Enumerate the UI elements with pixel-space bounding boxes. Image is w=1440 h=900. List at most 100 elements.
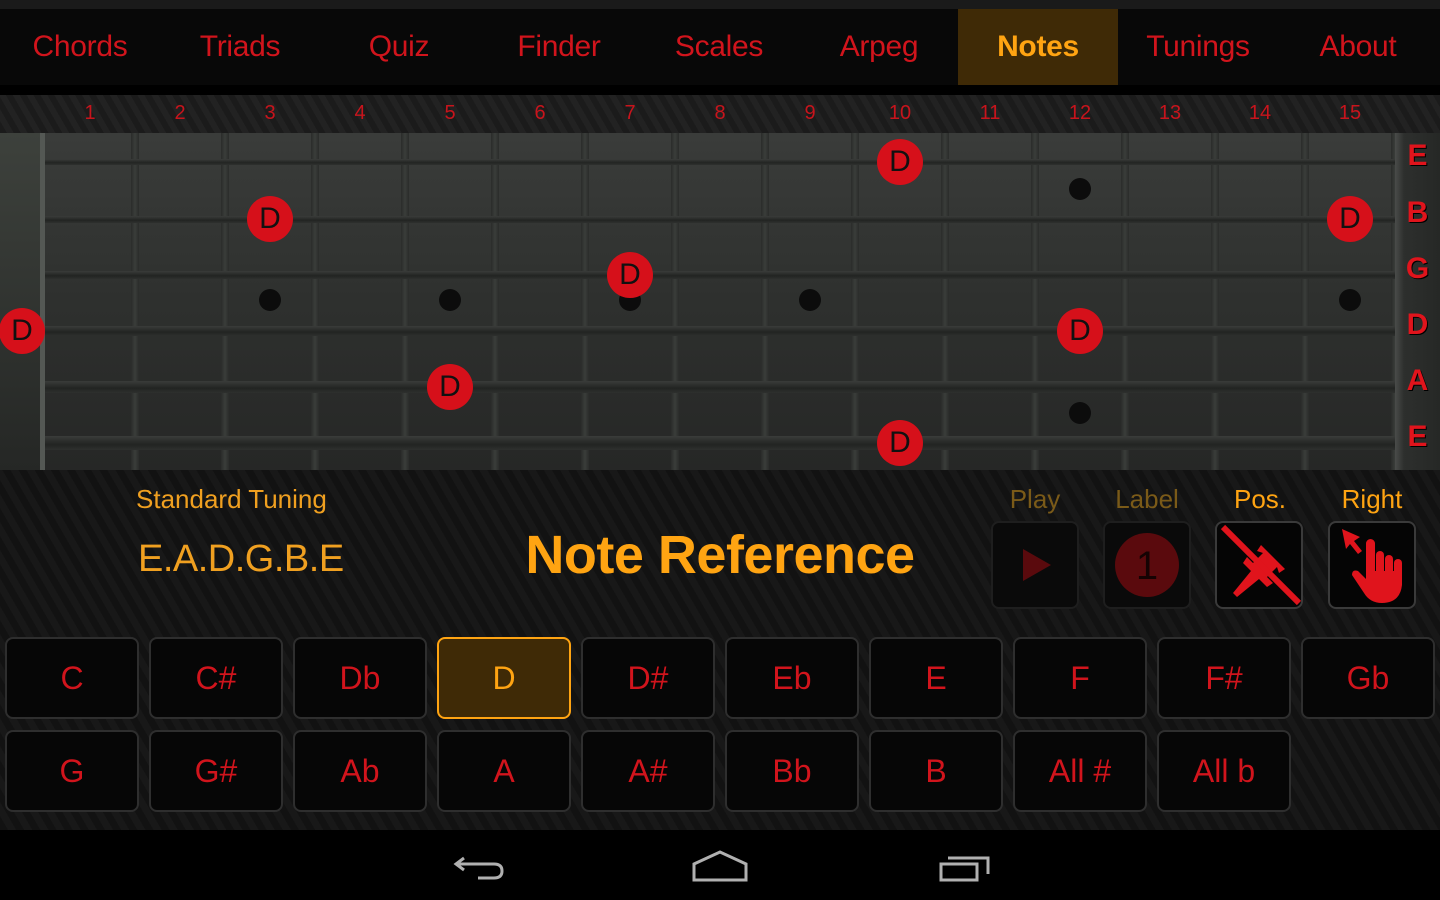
tab-finder[interactable]: Finder (479, 9, 639, 85)
note-marker[interactable]: D (607, 252, 653, 298)
fret-wire (491, 133, 499, 470)
recent-apps-icon (939, 856, 990, 882)
fret-number: 15 (1338, 102, 1362, 124)
fret-number: 6 (534, 102, 546, 124)
play-button[interactable] (991, 521, 1079, 609)
note-button-b[interactable]: B (869, 730, 1003, 812)
fret-wire (131, 133, 139, 470)
string-name-label: E (1407, 139, 1428, 172)
fret-number: 2 (174, 102, 186, 124)
guitar-string (45, 271, 1395, 279)
string-names: EBGDAE (1395, 133, 1440, 470)
position-label: Pos. (1233, 484, 1287, 514)
home-button[interactable] (680, 844, 760, 888)
note-button-db[interactable]: Db (293, 637, 427, 719)
label-label: Label (1115, 484, 1179, 514)
back-icon (453, 856, 504, 880)
tab-about[interactable]: About (1278, 9, 1438, 85)
note-button-csharp[interactable]: C# (149, 637, 283, 719)
guitar-string (45, 326, 1395, 336)
fret-wire (1121, 133, 1129, 470)
label-button[interactable]: 1 (1103, 521, 1191, 609)
fret-wire (581, 133, 589, 470)
note-button-fsharp[interactable]: F# (1157, 637, 1291, 719)
tuning-name[interactable]: Standard Tuning (136, 484, 327, 515)
note-button-e[interactable]: E (869, 637, 1003, 719)
position-button[interactable] (1215, 521, 1303, 609)
fret-inlay (439, 289, 461, 311)
fret-wire (1301, 133, 1309, 470)
pin-off-icon (1220, 524, 1301, 606)
fret-number: 12 (1068, 102, 1092, 124)
note-button-d[interactable]: D (437, 637, 571, 719)
guitar-string (45, 436, 1395, 450)
fret-number: 4 (354, 102, 366, 124)
note-button-all-b[interactable]: All b (1157, 730, 1291, 812)
note-marker[interactable]: D (877, 420, 923, 466)
fret-wire (761, 133, 769, 470)
hand-label: Right (1341, 484, 1403, 514)
hand-pointer-icon (1342, 529, 1402, 603)
fret-number: 3 (264, 102, 276, 124)
note-button-f[interactable]: F (1013, 637, 1147, 719)
note-button-g[interactable]: G (5, 730, 139, 812)
fret-wire (1031, 133, 1039, 470)
recent-apps-button[interactable] (924, 844, 1004, 888)
note-marker[interactable]: D (427, 364, 473, 410)
tab-tunings[interactable]: Tunings (1118, 9, 1278, 85)
tab-arpeg[interactable]: Arpeg (799, 9, 959, 85)
note-button-all-sharp[interactable]: All # (1013, 730, 1147, 812)
string-name-label: E (1407, 420, 1428, 453)
note-button-bb[interactable]: Bb (725, 730, 859, 812)
tab-chords[interactable]: Chords (0, 9, 160, 85)
fret-inlay (1339, 289, 1361, 311)
guitar-string (45, 159, 1395, 165)
tab-scales[interactable]: Scales (639, 9, 799, 85)
fret-number: 13 (1158, 102, 1182, 124)
fret-wire (851, 133, 859, 470)
note-marker[interactable]: D (0, 308, 45, 354)
note-marker[interactable]: D (247, 196, 293, 242)
fret-inlay (1069, 178, 1091, 200)
fret-number: 9 (804, 102, 816, 124)
note-button-gb[interactable]: Gb (1301, 637, 1435, 719)
note-button-a[interactable]: A (437, 730, 571, 812)
fret-number: 5 (444, 102, 456, 124)
note-marker[interactable]: D (877, 139, 923, 185)
fret-inlay (799, 289, 821, 311)
string-name-label: D (1406, 308, 1429, 341)
note-button-ab[interactable]: Ab (293, 730, 427, 812)
note-button-dsharp[interactable]: D# (581, 637, 715, 719)
tab-triads[interactable]: Triads (160, 9, 320, 85)
fret-number: 7 (624, 102, 636, 124)
fret-number: 11 (979, 102, 1001, 124)
nut (40, 133, 45, 470)
play-icon (1023, 549, 1051, 581)
note-marker[interactable]: D (1327, 196, 1373, 242)
tab-quiz[interactable]: Quiz (319, 9, 479, 85)
hand-button[interactable] (1328, 521, 1416, 609)
label-value: 1 (1136, 544, 1158, 588)
guitar-string (45, 381, 1395, 393)
fret-wire (671, 133, 679, 470)
note-button-eb[interactable]: Eb (725, 637, 859, 719)
open-string-area (0, 133, 45, 470)
fret-wire (311, 133, 319, 470)
fret-number: 10 (888, 102, 912, 124)
fret-number-row: 1 2 3 4 5 6 7 8 9 10 11 12 13 14 15 (0, 95, 1440, 133)
note-marker[interactable]: D (1057, 308, 1103, 354)
note-button-asharp[interactable]: A# (581, 730, 715, 812)
fret-number: 1 (84, 102, 96, 124)
fret-number: 8 (714, 102, 726, 124)
tab-bar: Chords Triads Quiz Finder Scales Arpeg N… (0, 0, 1440, 95)
back-button[interactable] (438, 844, 518, 888)
system-nav-bar (0, 830, 1440, 900)
play-label: Play (1009, 484, 1061, 514)
note-button-c[interactable]: C (5, 637, 139, 719)
tab-notes[interactable]: Notes (958, 9, 1118, 85)
note-button-gsharp[interactable]: G# (149, 730, 283, 812)
page-title: Note Reference (525, 525, 915, 585)
number-label-icon: 1 (1115, 533, 1179, 597)
fretboard[interactable]: D D D D D D D D EBGDAE (0, 133, 1440, 470)
string-name-label: B (1406, 196, 1429, 229)
